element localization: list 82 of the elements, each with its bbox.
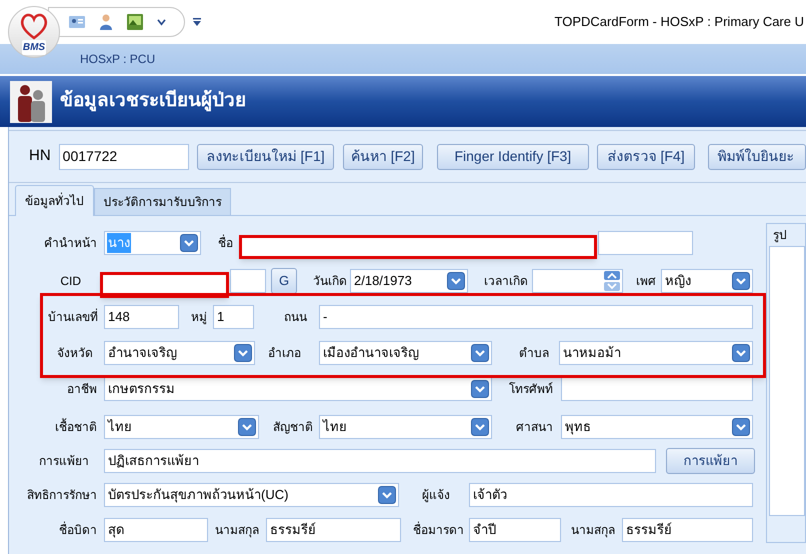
field-label: ศาสนา bbox=[515, 419, 553, 436]
people-icon bbox=[10, 80, 52, 122]
toolbar-button[interactable]: ส่งตรวจ [F4] bbox=[596, 144, 696, 170]
field-label: เวลาเกิด bbox=[483, 273, 528, 290]
dropdown-field[interactable]: เกษตรกรรม bbox=[104, 377, 492, 401]
chevron-down-icon[interactable] bbox=[471, 344, 489, 362]
form-button[interactable]: G bbox=[271, 268, 297, 294]
input-field[interactable]: เจ้าตัว bbox=[469, 483, 753, 507]
header-title: ข้อมูลเวชระเบียนผู้ป่วย bbox=[60, 88, 246, 114]
tab[interactable]: ประวัติการมารับบริการ bbox=[94, 188, 231, 215]
field-label: นามสกุล bbox=[214, 522, 259, 539]
input-field[interactable]: 1 bbox=[213, 305, 254, 329]
input-field[interactable]: 148 bbox=[104, 305, 179, 329]
chevron-down-icon[interactable] bbox=[157, 18, 166, 26]
field-label: ชื่อมารดา bbox=[412, 521, 464, 539]
dropdown-field[interactable]: หญิง bbox=[661, 269, 753, 293]
field-label: ชื่อบิดา bbox=[58, 521, 97, 539]
input-field[interactable]: - bbox=[319, 305, 753, 329]
chevron-down-icon[interactable] bbox=[732, 344, 750, 362]
toolbar-button[interactable]: พิมพ์ใบยินยะ bbox=[708, 144, 806, 170]
field-label: การแพ้ยา bbox=[38, 453, 89, 470]
field-label: โทรศัพท์ bbox=[508, 381, 553, 398]
time-spinner[interactable] bbox=[532, 269, 623, 293]
panel-title: รูป bbox=[772, 227, 788, 244]
field-label: วันเกิด bbox=[312, 273, 347, 290]
customize-icon[interactable] bbox=[193, 18, 201, 26]
field-label: หมู่ bbox=[190, 309, 207, 326]
dropdown-field[interactable]: ไทย bbox=[104, 415, 259, 439]
toolbar-button[interactable]: ลงทะเบียนใหม่ [F1] bbox=[197, 144, 334, 170]
field-label: อาชีพ bbox=[66, 381, 97, 398]
toolbar-button[interactable]: Finger Identify [F3] bbox=[436, 144, 589, 170]
input-field[interactable] bbox=[598, 231, 693, 255]
field-label: อำเภอ bbox=[267, 345, 301, 362]
chevron-down-icon[interactable] bbox=[732, 418, 750, 436]
input-field[interactable]: ธรรมรีย์ bbox=[266, 518, 401, 542]
field-label: ผู้แจ้ง bbox=[421, 487, 450, 504]
field-label: บ้านเลขที่ bbox=[47, 308, 98, 326]
person-icon[interactable] bbox=[99, 14, 113, 30]
form-button[interactable]: การแพ้ยา bbox=[666, 448, 755, 474]
logo-text: BMS bbox=[22, 40, 46, 54]
field-label: ชื่อ bbox=[217, 234, 233, 252]
field-label: สัญชาติ bbox=[272, 419, 313, 436]
dropdown-field[interactable]: บัตรประกันสุขภาพถ้วนหน้า(UC) bbox=[104, 483, 399, 507]
chevron-down-icon[interactable] bbox=[471, 418, 489, 436]
field-label: เพศ bbox=[635, 273, 656, 290]
input-field[interactable]: ธรรมรีย์ bbox=[622, 518, 753, 542]
tab[interactable]: ข้อมูลทั่วไป bbox=[15, 185, 94, 216]
chevron-down-icon[interactable] bbox=[471, 380, 489, 398]
chevron-down-icon[interactable] bbox=[732, 272, 750, 290]
chevron-down-icon[interactable] bbox=[180, 234, 198, 252]
field-label: คำนำหน้า bbox=[43, 235, 97, 252]
ribbon-label: HOSxP : PCU bbox=[80, 51, 156, 68]
input-field[interactable]: จำปี bbox=[469, 518, 561, 542]
field-label: ตำบล bbox=[518, 345, 549, 362]
chevron-down-icon[interactable] bbox=[447, 272, 465, 290]
window-title: TOPDCardForm - HOSxP : Primary Care U bbox=[554, 13, 805, 32]
field-label: HN bbox=[29, 146, 51, 166]
image-icon[interactable] bbox=[127, 14, 143, 30]
field-label: ถนน bbox=[283, 309, 307, 326]
input-field[interactable]: สุด bbox=[104, 518, 208, 542]
logo[interactable]: BMS bbox=[8, 6, 60, 58]
input-field[interactable]: ปฏิเสธการแพ้ยา bbox=[104, 449, 656, 473]
input-field[interactable] bbox=[230, 269, 266, 293]
dropdown-field[interactable]: เมืองอำนาจเจริญ bbox=[319, 341, 492, 365]
spin-arrows-icon[interactable] bbox=[604, 271, 620, 291]
dropdown-field[interactable]: พุทธ bbox=[561, 415, 753, 439]
chevron-down-icon[interactable] bbox=[238, 418, 256, 436]
dropdown-field[interactable]: นาหมอม้า bbox=[559, 341, 753, 365]
field-label: CID bbox=[59, 273, 81, 290]
hn-field[interactable]: 0017722 bbox=[58, 144, 190, 170]
chevron-down-icon[interactable] bbox=[234, 344, 252, 362]
field-label: เชื้อชาติ bbox=[54, 418, 97, 436]
field-label: จังหวัด bbox=[56, 345, 93, 362]
dropdown-field[interactable]: ไทย bbox=[319, 415, 492, 439]
field-label: สิทธิการรักษา bbox=[26, 487, 97, 504]
toolbar-button[interactable]: ค้นหา [F2] bbox=[342, 144, 423, 170]
id-card-icon[interactable] bbox=[69, 16, 85, 28]
dropdown-field[interactable]: อำนาจเจริญ bbox=[104, 341, 255, 365]
field-label: นามสกุล bbox=[570, 522, 615, 539]
input-field[interactable] bbox=[561, 377, 753, 401]
chevron-down-icon[interactable] bbox=[378, 486, 396, 504]
dropdown-field[interactable]: 2/18/1973 bbox=[350, 269, 468, 293]
